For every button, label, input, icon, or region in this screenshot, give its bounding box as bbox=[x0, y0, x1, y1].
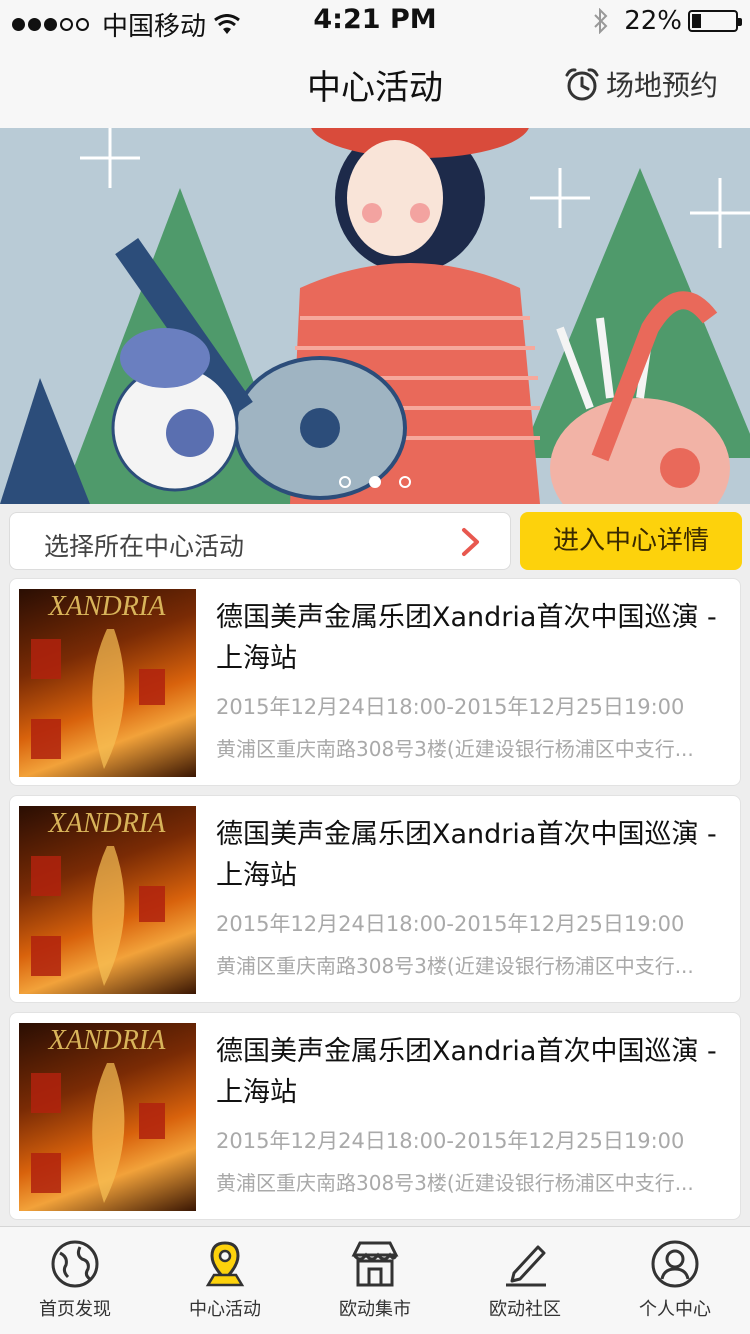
event-address: 黄浦区重庆南路308号3楼(近建设银行杨浦区中支行... bbox=[216, 954, 694, 978]
event-time: 2015年12月24日18:00-2015年12月25日19:00 bbox=[216, 912, 685, 936]
center-selector[interactable]: 选择所在中心活动 bbox=[9, 512, 511, 570]
event-time: 2015年12月24日18:00-2015年12月25日19:00 bbox=[216, 695, 685, 719]
center-selector-label: 选择所在中心活动 bbox=[44, 532, 245, 561]
battery-icon bbox=[688, 10, 742, 32]
location-pin-icon bbox=[205, 1241, 245, 1287]
pen-icon bbox=[506, 1245, 546, 1287]
globe-icon bbox=[51, 1240, 99, 1288]
banner-pager[interactable] bbox=[0, 476, 750, 488]
clock-icon bbox=[565, 68, 599, 101]
store-icon bbox=[351, 1241, 399, 1287]
tab-label: 中心活动 bbox=[189, 1299, 261, 1320]
battery-fill bbox=[692, 14, 701, 28]
event-address: 黄浦区重庆南路308号3楼(近建设银行杨浦区中支行... bbox=[216, 737, 694, 761]
nav-bar: 中心活动 场地预约 bbox=[0, 40, 750, 128]
banner-illustration bbox=[0, 128, 750, 504]
status-right: 22% bbox=[592, 6, 742, 36]
tab-center-activities[interactable]: 中心活动 bbox=[150, 1227, 300, 1334]
svg-text:XANDRIA: XANDRIA bbox=[48, 591, 167, 622]
pager-dot[interactable] bbox=[339, 476, 351, 488]
pager-dot[interactable] bbox=[399, 476, 411, 488]
tab-community[interactable]: 欧动社区 bbox=[450, 1227, 600, 1334]
chevron-right-icon bbox=[462, 528, 479, 556]
event-title: 德国美声金属乐团Xandria首次中国巡演 - 上海站 bbox=[216, 1036, 717, 1108]
tab-label: 个人中心 bbox=[639, 1299, 711, 1320]
tab-market[interactable]: 欧动集市 bbox=[300, 1227, 450, 1334]
tab-label: 首页发现 bbox=[39, 1299, 111, 1320]
venue-booking-button[interactable]: 场地预约 bbox=[564, 64, 718, 104]
event-card[interactable]: XANDRIA 德国美声金属乐团Xandria首次中国巡演 - 上海站 2015… bbox=[9, 578, 741, 786]
bluetooth-icon bbox=[594, 8, 608, 34]
tab-label: 欧动社区 bbox=[489, 1299, 561, 1320]
enter-center-details-button[interactable]: 进入中心详情 bbox=[520, 512, 742, 570]
svg-text:XANDRIA: XANDRIA bbox=[48, 1025, 167, 1056]
event-address: 黄浦区重庆南路308号3楼(近建设银行杨浦区中支行... bbox=[216, 1171, 694, 1195]
event-time: 2015年12月24日18:00-2015年12月25日19:00 bbox=[216, 1129, 685, 1153]
banner-carousel[interactable] bbox=[0, 128, 750, 504]
event-poster-image: XANDRIA bbox=[19, 806, 196, 994]
tab-bar: 首页发现 中心活动 欧动集市 欧动社区 个人中心 bbox=[0, 1226, 750, 1334]
event-title: 德国美声金属乐团Xandria首次中国巡演 - 上海站 bbox=[216, 602, 717, 674]
tab-home-discover[interactable]: 首页发现 bbox=[0, 1227, 150, 1334]
tab-label: 欧动集市 bbox=[339, 1299, 411, 1320]
pager-dot-active[interactable] bbox=[369, 476, 381, 488]
status-bar: 中国移动 4:21 PM 22% bbox=[0, 0, 750, 42]
svg-text:XANDRIA: XANDRIA bbox=[48, 808, 167, 839]
event-title: 德国美声金属乐团Xandria首次中国巡演 - 上海站 bbox=[216, 819, 717, 891]
event-card[interactable]: XANDRIA 德国美声金属乐团Xandria首次中国巡演 - 上海站 2015… bbox=[9, 1012, 741, 1220]
user-icon bbox=[651, 1240, 699, 1288]
event-poster-image: XANDRIA bbox=[19, 1023, 196, 1211]
tab-profile[interactable]: 个人中心 bbox=[600, 1227, 750, 1334]
event-card[interactable]: XANDRIA 德国美声金属乐团Xandria首次中国巡演 - 上海站 2015… bbox=[9, 795, 741, 1003]
event-poster-image: XANDRIA bbox=[19, 589, 196, 777]
venue-booking-label: 场地预约 bbox=[605, 69, 718, 102]
battery-percent: 22% bbox=[624, 6, 682, 36]
